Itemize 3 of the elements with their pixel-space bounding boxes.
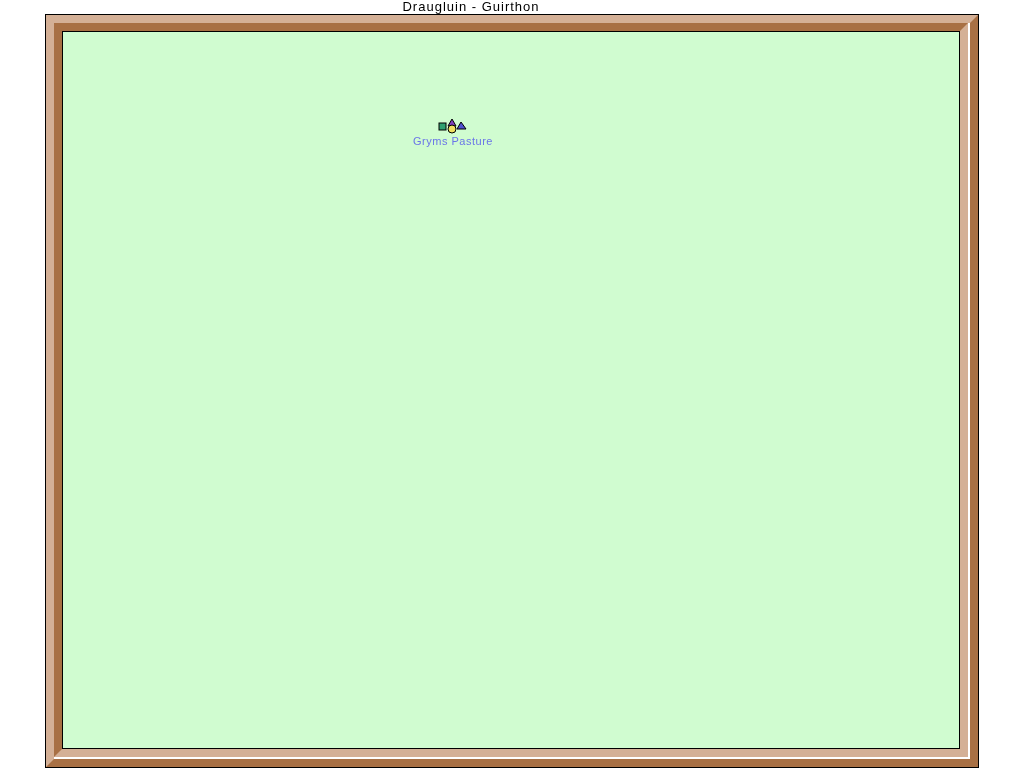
window-title: Draugluin - Guirthon [401, 0, 541, 14]
building-cluster-icon[interactable] [438, 118, 468, 134]
location-label[interactable]: Gryms Pasture [413, 135, 493, 147]
